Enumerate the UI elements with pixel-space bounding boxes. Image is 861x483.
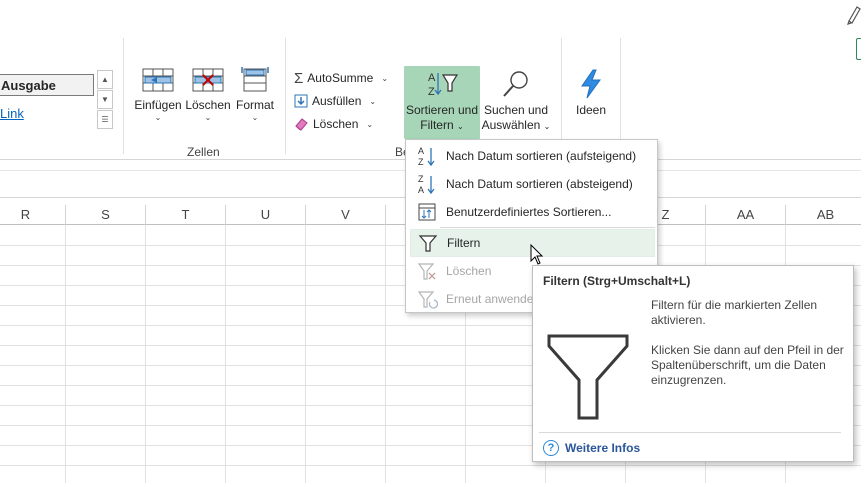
delete-label: Löschen xyxy=(185,98,231,112)
custom-sort-icon xyxy=(412,200,442,224)
format-cells-icon xyxy=(241,67,269,92)
menu-label: Löschen xyxy=(446,264,492,278)
chevron-down-icon: ⌄ xyxy=(204,113,212,122)
reapply-icon xyxy=(412,287,442,311)
group-separator xyxy=(123,38,124,154)
chevron-down-icon: ⌄ xyxy=(154,113,162,122)
cells-group-label: Zellen xyxy=(187,145,220,159)
svg-text:Z: Z xyxy=(418,157,424,167)
mouse-cursor-icon xyxy=(530,244,544,265)
funnel-icon xyxy=(547,334,629,420)
filter-icon xyxy=(413,231,443,255)
cell-styles-gallery: Ausgabe Link xyxy=(0,74,95,132)
autosum-button[interactable]: Σ AutoSumme ⌄ xyxy=(294,68,388,88)
menu-label: Erneut anwenden xyxy=(446,292,541,306)
tooltip-separator xyxy=(539,432,841,433)
ideas-button[interactable]: Ideen xyxy=(568,66,614,136)
sort-ascending-icon: A Z xyxy=(412,144,442,168)
sort-filter-label-2: Filtern xyxy=(420,118,454,132)
delete-cells-icon xyxy=(192,68,224,92)
autosum-label: AutoSumme xyxy=(307,71,374,85)
insert-label: Einfügen xyxy=(134,98,182,112)
delete-button[interactable]: Löschen ⌄ xyxy=(185,66,231,136)
filter-tooltip: Filtern (Strg+Umschalt+L) Filtern für di… xyxy=(532,265,854,462)
fill-button[interactable]: Ausfüllen ⌄ xyxy=(294,91,376,111)
gallery-down-arrow-icon[interactable]: ▼ xyxy=(97,90,113,109)
svg-text:A: A xyxy=(418,146,424,156)
help-icon: ? xyxy=(543,440,559,456)
chevron-down-icon: ⌄ xyxy=(381,73,389,83)
menu-item-custom-sort[interactable]: Benutzerdefiniertes Sortieren... xyxy=(410,198,655,226)
eraser-icon xyxy=(295,118,308,131)
find-select-label-2: Auswählen xyxy=(481,118,541,132)
title-bar-area xyxy=(0,0,861,34)
svg-text:A: A xyxy=(418,185,424,195)
menu-item-sort-descending[interactable]: Z A Nach Datum sortieren (absteigend) xyxy=(410,170,655,198)
more-info-label: Weitere Infos xyxy=(565,441,641,455)
svg-text:Z: Z xyxy=(428,86,435,98)
insert-cells-icon xyxy=(142,68,174,92)
sort-descending-icon: Z A xyxy=(412,172,442,196)
column-header-aa[interactable]: AA xyxy=(706,205,786,225)
column-header-u[interactable]: U xyxy=(226,205,306,225)
column-header-s[interactable]: S xyxy=(66,205,146,225)
format-label: Format xyxy=(235,98,274,112)
column-header-ab[interactable]: AB xyxy=(786,205,861,225)
group-separator xyxy=(620,38,621,154)
chevron-down-icon: ⌄ xyxy=(456,122,464,131)
menu-label: Nach Datum sortieren (aufsteigend) xyxy=(446,149,637,163)
menu-item-sort-ascending[interactable]: A Z Nach Datum sortieren (aufsteigend) xyxy=(410,142,655,170)
insert-button[interactable]: Einfügen ⌄ xyxy=(132,66,184,136)
clear-filter-icon xyxy=(412,259,442,283)
chevron-down-icon: ⌄ xyxy=(251,113,259,122)
format-button[interactable]: Format ⌄ xyxy=(233,66,277,136)
menu-label: Filtern xyxy=(447,236,481,250)
clear-button[interactable]: Löschen ⌄ xyxy=(294,114,373,134)
style-link[interactable]: Link xyxy=(0,106,24,121)
fill-label: Ausfüllen xyxy=(312,94,362,108)
group-separator xyxy=(285,38,286,154)
menu-label: Benutzerdefiniertes Sortieren... xyxy=(446,205,612,219)
sort-filter-button[interactable]: A Z Sortieren und Filtern ⌄ xyxy=(404,66,480,139)
sort-filter-label-1: Sortieren und xyxy=(405,103,479,117)
style-ausgabe[interactable]: Ausgabe xyxy=(0,74,94,96)
tooltip-description-1: Filtern für die markierten Zellen aktivi… xyxy=(651,298,818,327)
gallery-more-icon[interactable]: ☰ xyxy=(97,110,113,129)
more-info-link[interactable]: ? Weitere Infos xyxy=(543,440,640,456)
find-select-label-1: Suchen und xyxy=(483,103,549,117)
chevron-down-icon: ⌄ xyxy=(543,122,551,131)
column-header-v[interactable]: V xyxy=(306,205,386,225)
sigma-icon: Σ xyxy=(294,69,304,87)
column-header-t[interactable]: T xyxy=(146,205,226,225)
gallery-up-arrow-icon[interactable]: ▲ xyxy=(97,70,113,89)
tooltip-title: Filtern (Strg+Umschalt+L) xyxy=(543,274,691,288)
find-select-button[interactable]: Suchen und Auswählen ⌄ xyxy=(481,66,551,136)
ideas-label: Ideen xyxy=(575,103,607,117)
pen-icon[interactable] xyxy=(846,3,861,25)
tooltip-description-2: Klicken Sie dann auf den Pfeil in der Sp… xyxy=(651,343,844,387)
svg-text:A: A xyxy=(428,72,436,84)
styles-gallery-scroll: ▲ ▼ ☰ xyxy=(97,70,113,130)
svg-text:Z: Z xyxy=(418,174,424,184)
lightning-icon xyxy=(581,69,601,99)
chevron-down-icon: ⌄ xyxy=(369,96,377,106)
share-button-edge[interactable] xyxy=(856,38,861,60)
sort-filter-icon: A Z xyxy=(428,72,459,98)
fill-down-icon xyxy=(294,94,308,108)
column-header-r[interactable]: R xyxy=(0,205,66,225)
clear-label: Löschen xyxy=(313,117,359,131)
chevron-down-icon: ⌄ xyxy=(366,119,374,129)
menu-label: Nach Datum sortieren (absteigend) xyxy=(446,177,633,191)
menu-separator xyxy=(440,227,655,228)
group-separator xyxy=(561,38,562,154)
magnifier-icon xyxy=(503,71,528,97)
